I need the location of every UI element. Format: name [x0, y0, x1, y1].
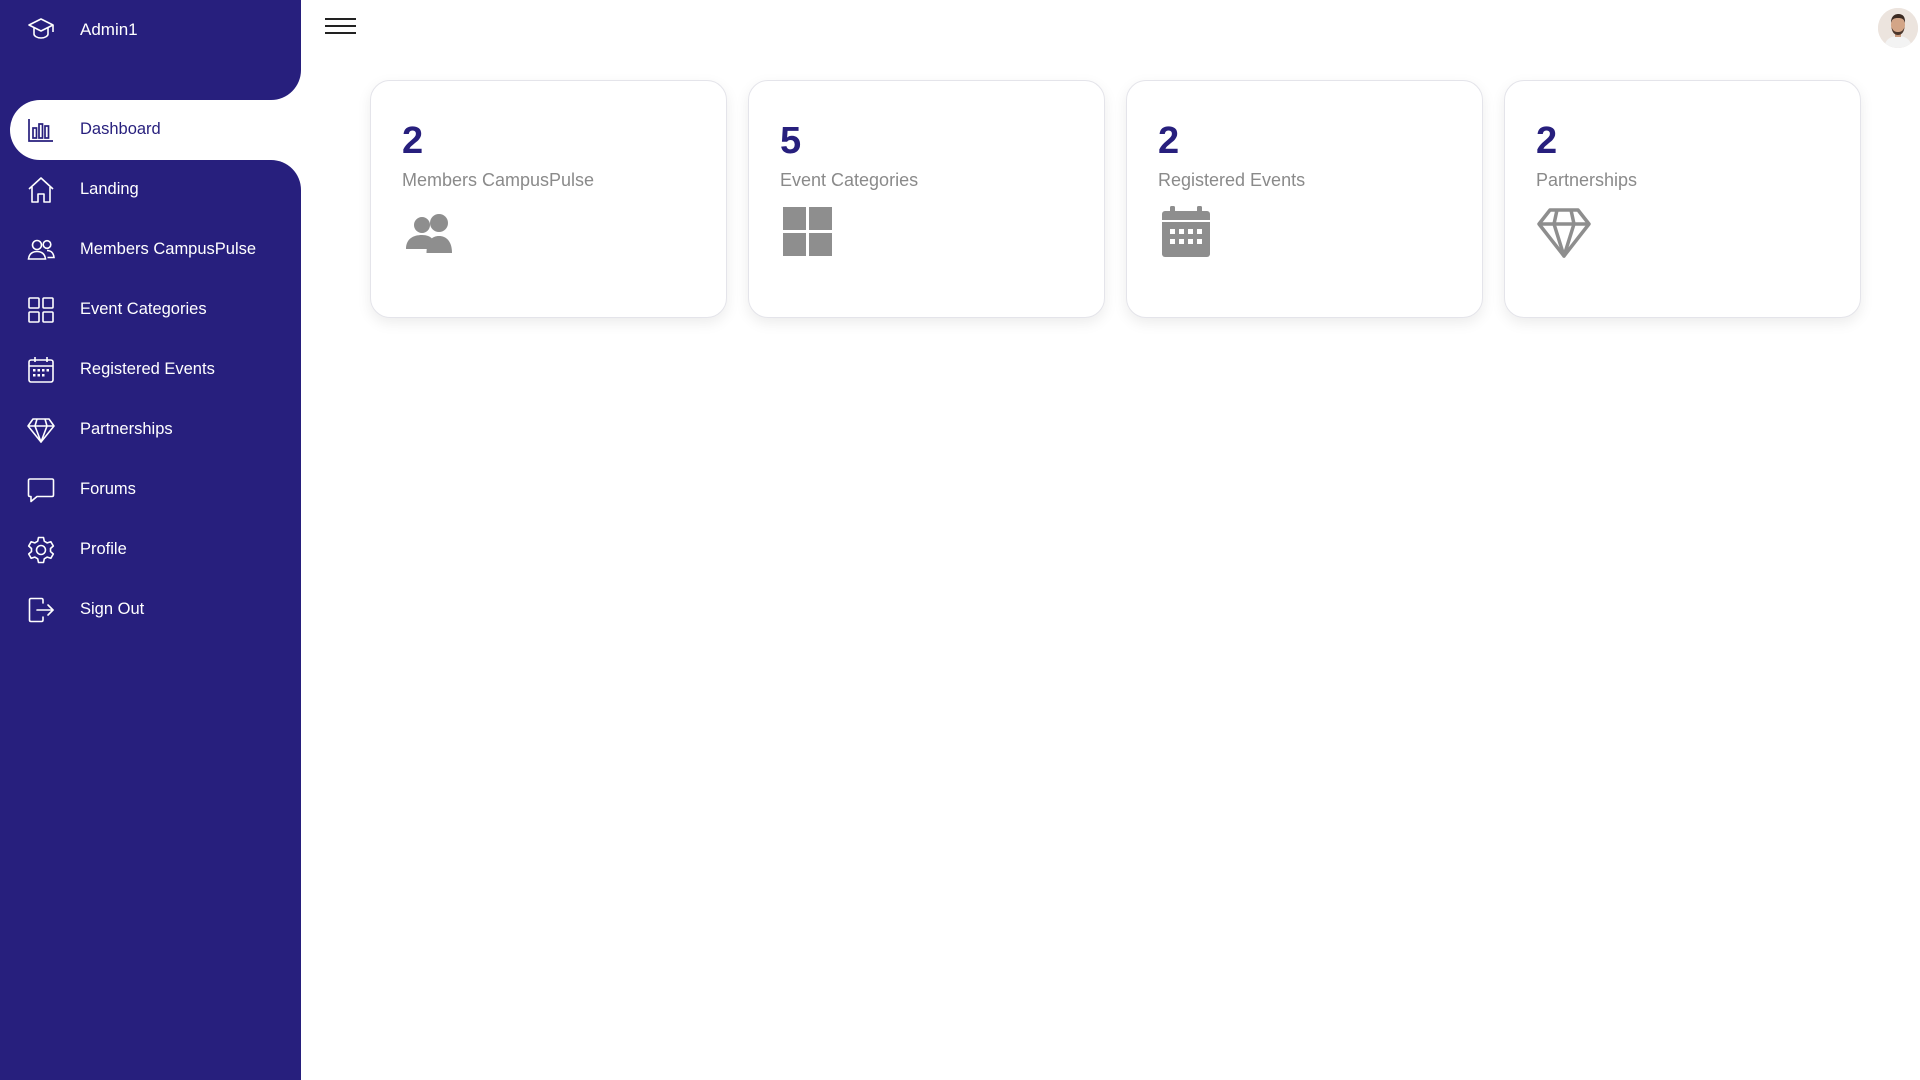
sidebar-item-label: Members CampusPulse: [80, 240, 257, 258]
sidebar-item-label: Profile: [80, 540, 127, 558]
stat-value: 2: [1536, 120, 1558, 162]
brand-label: Admin1: [80, 20, 138, 39]
grid-icon: [783, 207, 832, 256]
sidebar-item-sign-out[interactable]: Sign Out: [0, 580, 301, 640]
sidebar-item-label: Registered Events: [80, 360, 215, 378]
stat-card-event-categories[interactable]: 5 Event Categories: [748, 80, 1105, 318]
sidebar-item-forums[interactable]: Forums: [0, 460, 301, 520]
stat-value: 2: [1158, 120, 1180, 162]
grid-icon: [28, 297, 54, 323]
sidebar-item-landing[interactable]: Landing: [0, 160, 301, 220]
brand[interactable]: Admin1: [0, 0, 301, 100]
menu-line: [325, 32, 356, 34]
stat-card-partnerships[interactable]: 2 Partnerships: [1504, 80, 1861, 318]
stats-cards: 2 Members CampusPulse 5 Event Categories…: [370, 80, 1861, 318]
stat-title: Partnerships: [1536, 170, 1638, 190]
stat-value: 2: [402, 120, 424, 162]
calendar-icon: [28, 357, 54, 383]
sidebar-item-profile[interactable]: Profile: [0, 520, 301, 580]
chat-icon: [27, 478, 55, 503]
hamburger-menu-icon[interactable]: [325, 18, 357, 42]
stat-card-registered-events[interactable]: 2 Registered Events: [1126, 80, 1483, 318]
sidebar-item-partnerships[interactable]: Partnerships: [0, 400, 301, 460]
sidebar-item-label: Partnerships: [80, 420, 173, 438]
users-icon: [27, 239, 55, 260]
sidebar-item-registered-events[interactable]: Registered Events: [0, 340, 301, 400]
sidebar-item-label: Dashboard: [80, 120, 161, 138]
sidebar-nav: Dashboard Landing Members CampusPulse Ev…: [0, 100, 301, 640]
stat-title: Members CampusPulse: [402, 170, 595, 190]
sidebar-item-label: Landing: [80, 180, 139, 198]
sidebar-item-event-categories[interactable]: Event Categories: [0, 280, 301, 340]
sidebar-item-label: Forums: [80, 480, 136, 498]
gear-icon: [27, 536, 55, 564]
stat-title: Registered Events: [1158, 170, 1306, 190]
sidebar-item-label: Sign Out: [80, 600, 145, 618]
calendar-icon: [1162, 206, 1210, 257]
stat-title: Event Categories: [780, 170, 919, 190]
stat-value: 5: [780, 120, 802, 162]
avatar[interactable]: [1878, 8, 1918, 48]
bar-chart-icon: [28, 119, 53, 142]
users-icon: [406, 214, 452, 253]
diamond-icon: [27, 418, 55, 443]
menu-line: [325, 25, 356, 27]
logout-icon: [28, 597, 54, 623]
sidebar: Admin1 Dashboard Landing Members CampusP…: [0, 0, 301, 1080]
user-avatar-icon: [1878, 8, 1918, 48]
sidebar-item-label: Event Categories: [80, 300, 207, 318]
sidebar-item-dashboard[interactable]: Dashboard: [10, 100, 301, 160]
sidebar-item-members[interactable]: Members CampusPulse: [0, 220, 301, 280]
home-icon: [28, 177, 54, 203]
graduation-cap-icon: [28, 18, 54, 39]
stat-card-members[interactable]: 2 Members CampusPulse: [370, 80, 727, 318]
menu-line: [325, 18, 356, 20]
diamond-icon: [1537, 208, 1591, 258]
app-root: Admin1 Dashboard Landing Members CampusP…: [0, 0, 1920, 1080]
